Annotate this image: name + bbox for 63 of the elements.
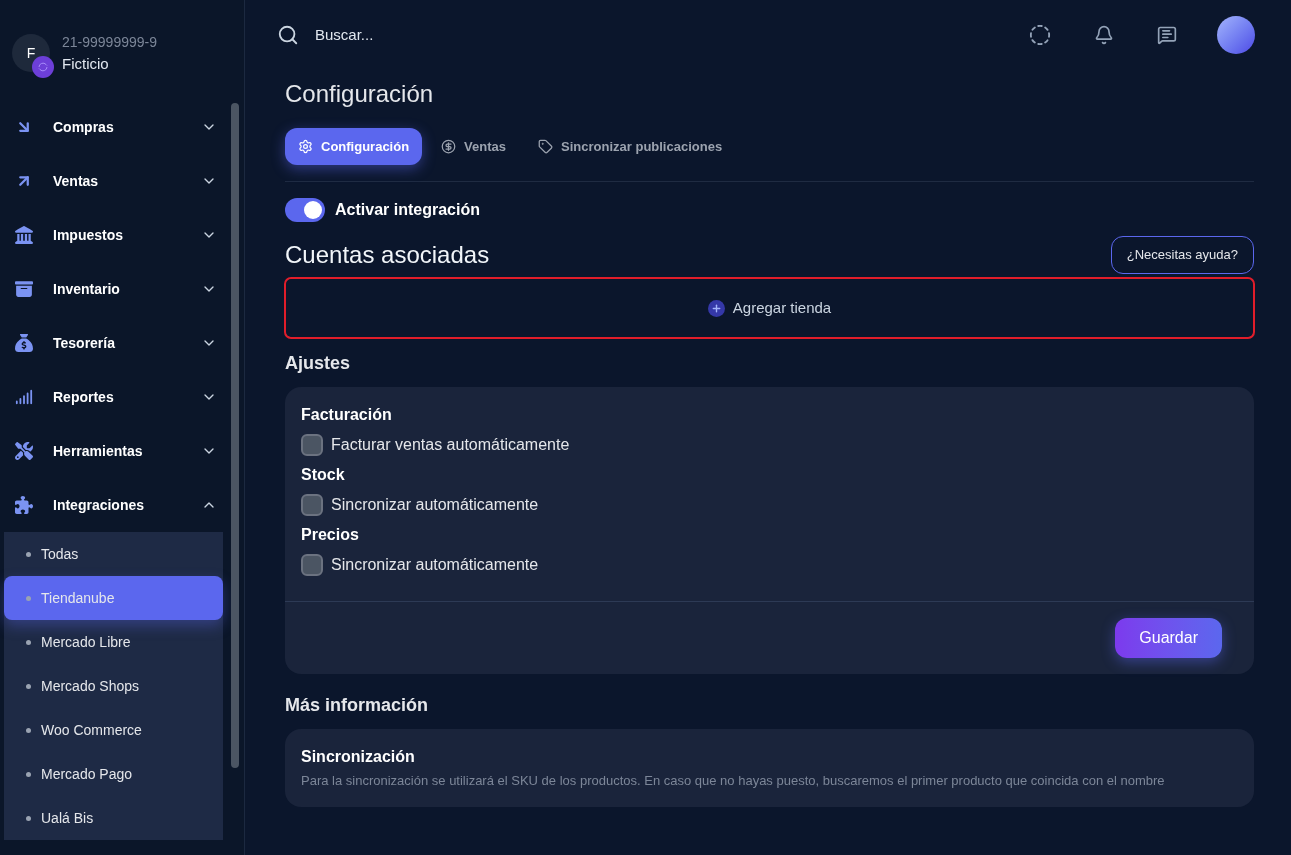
submenu-item[interactable]: Woo Commerce <box>4 708 223 752</box>
submenu-item[interactable]: Mercado Libre <box>4 620 223 664</box>
sidebar-item[interactable]: Inventario <box>0 262 223 316</box>
loading-circle-icon[interactable] <box>1029 24 1051 46</box>
bullet-icon <box>26 815 31 821</box>
add-store-button[interactable]: Agregar tienda <box>285 278 1254 338</box>
info-title: Sincronización <box>301 747 416 767</box>
bullet-icon <box>26 683 31 689</box>
sidebar-item[interactable]: Herramientas <box>0 424 223 478</box>
sidebar-item[interactable]: Integraciones <box>0 478 223 532</box>
section-title: Más información <box>285 694 430 717</box>
checkbox-label: Sincronizar automáticamente <box>331 495 539 515</box>
bullet-icon <box>26 595 31 601</box>
box-icon <box>15 280 33 298</box>
checkbox-label: Sincronizar automáticamente <box>331 555 539 575</box>
info-text: Para la sincronización se utilizará el SKU de los productos. En caso que no hayas puesto, buscaremos el primer producto que coincida con el nombre <box>301 772 1166 790</box>
plus-icon <box>707 299 725 317</box>
bullet-icon <box>26 639 31 645</box>
section-title: Ajustes <box>285 352 352 375</box>
user-avatar[interactable] <box>1217 16 1255 54</box>
tab[interactable]: Sincronizar publicaciones <box>525 128 736 165</box>
submenu-item[interactable]: Mercado Shops <box>4 664 223 708</box>
sidebar-item[interactable]: Reportes <box>0 370 223 424</box>
bell-icon[interactable] <box>1094 25 1114 45</box>
money-bag-icon <box>15 334 33 352</box>
group-title: Stock <box>301 465 346 485</box>
gear-icon <box>298 139 313 154</box>
puzzle-icon <box>15 496 33 514</box>
search-icon <box>277 24 299 46</box>
toggle-switch[interactable] <box>285 198 325 222</box>
section-title: Cuentas asociadas <box>285 240 490 270</box>
help-button[interactable]: ¿Necesitas ayuda? <box>1110 236 1254 274</box>
search-field[interactable]: Buscar... <box>315 23 615 47</box>
dollar-coin-icon <box>441 139 457 154</box>
sidebar-item[interactable]: Tesorería <box>0 316 223 370</box>
toggle-label: Activar integración <box>335 200 480 220</box>
bullet-icon <box>26 551 31 557</box>
group-title: Facturación <box>301 405 393 425</box>
bullet-icon <box>26 727 31 733</box>
tab[interactable]: Ventas <box>428 128 520 165</box>
save-button[interactable]: Guardar <box>1115 618 1222 658</box>
tag-icon <box>538 139 554 154</box>
submenu-item[interactable]: Mercado Pago <box>4 752 223 796</box>
sync-icon <box>37 61 49 73</box>
account-id: 21-99999999-9 <box>62 33 157 52</box>
submenu-item[interactable]: Todas <box>4 532 223 576</box>
sidebar-item[interactable]: Ventas <box>0 154 223 208</box>
checkbox[interactable] <box>301 494 323 516</box>
sidebar-item[interactable]: Impuestos <box>0 208 223 262</box>
page-title: Configuración <box>285 79 435 109</box>
tab[interactable]: Configuración <box>285 128 423 165</box>
signal-bars-icon <box>15 388 33 406</box>
checkbox[interactable] <box>301 554 323 576</box>
submenu-item[interactable]: Ualá Bis <box>4 796 223 840</box>
sidebar-item[interactable]: Compras <box>0 100 223 154</box>
account-name: Ficticio <box>62 54 110 74</box>
bullet-icon <box>26 771 31 777</box>
tools-icon <box>15 442 33 460</box>
building-icon <box>15 226 33 244</box>
group-title: Precios <box>301 525 360 545</box>
checkbox[interactable] <box>301 434 323 456</box>
checkbox-label: Facturar ventas automáticamente <box>331 435 570 455</box>
submenu-item[interactable]: Tiendanube <box>4 576 223 620</box>
